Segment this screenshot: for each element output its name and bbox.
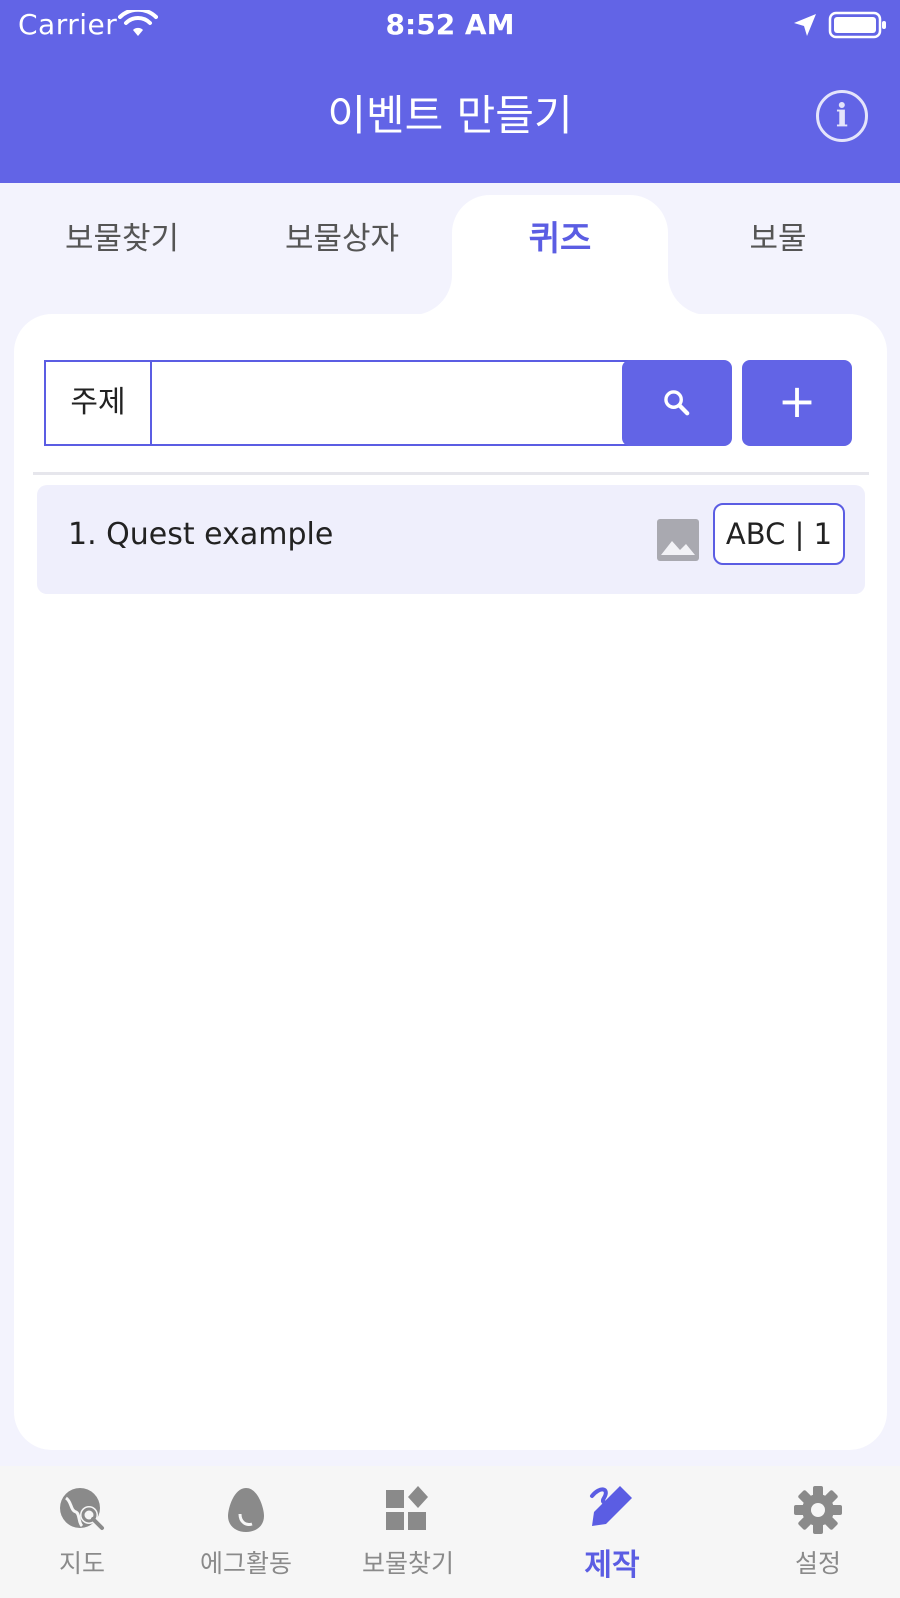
tab-treasure[interactable]: 보물 [668,213,888,258]
nav-label-settings: 설정 [794,1549,841,1578]
info-icon[interactable]: i [816,90,868,142]
tab-treasure-box[interactable]: 보물상자 [232,213,452,258]
status-bar: Carrier 8:52 AM [0,0,900,52]
nav-item-treasure-hunt[interactable]: 보물찾기 [328,1484,488,1580]
egg-icon [228,1488,264,1532]
battery-icon [828,11,886,39]
app-header: 이벤트 만들기 i [0,52,900,183]
tab-bar: 보물찾기 보물상자 퀴즈 보물 [0,183,900,335]
search-button[interactable] [622,360,732,446]
search-input[interactable] [150,360,662,446]
search-topic-label: 주제 [44,360,152,446]
nav-item-create[interactable]: 제작 [532,1480,692,1584]
globe-search-icon [60,1488,104,1530]
nav-item-egg-activity[interactable]: 에그활동 [166,1484,326,1580]
search-icon [664,390,690,416]
pen-icon [590,1486,632,1526]
tab-treasure-hunt[interactable]: 보물찾기 [12,213,232,258]
quest-title: 1. Quest example [68,517,334,552]
nav-label-egg-activity: 에그활동 [199,1549,292,1578]
widgets-icon [386,1486,428,1530]
page-title: 이벤트 만들기 [327,91,573,140]
tab-quiz[interactable]: 퀴즈 [450,211,670,260]
nav-label-create: 제작 [584,1548,640,1583]
bottom-nav: 지도 에그활동 보물찾기 제작 설정 [0,1466,900,1598]
add-button[interactable]: + [742,360,852,446]
nav-label-treasure-hunt: 보물찾기 [361,1549,454,1578]
divider [33,472,869,475]
nav-item-map[interactable]: 지도 [2,1484,162,1580]
clock-label: 8:52 AM [385,8,515,41]
active-tab-curve-left [412,275,452,315]
location-arrow-icon [794,14,816,36]
quest-badge: ABC | 1 [713,503,845,565]
nav-label-map: 지도 [58,1549,105,1578]
nav-item-settings[interactable]: 설정 [738,1484,898,1580]
image-icon [657,519,699,561]
list-item[interactable]: 1. Quest example ABC | 1 [37,485,865,594]
gear-icon [794,1486,842,1534]
active-tab-curve-right [668,275,708,315]
